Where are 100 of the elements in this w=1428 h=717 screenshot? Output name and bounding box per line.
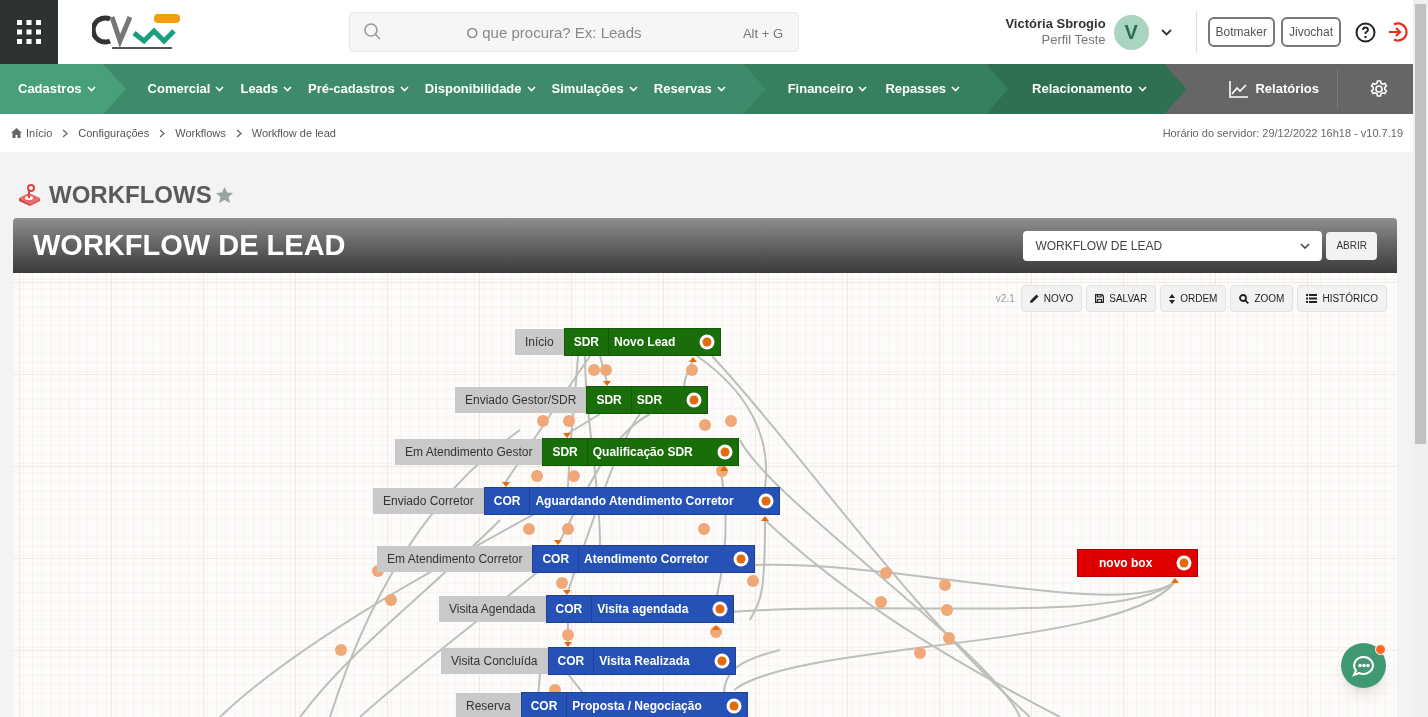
- connection-point-icon[interactable]: [757, 493, 774, 509]
- connector-handle[interactable]: [698, 523, 710, 535]
- menu-item[interactable]: Leads: [240, 79, 293, 99]
- workflow-node[interactable]: COR Proposta / Negociação: [520, 692, 748, 717]
- connector-handle[interactable]: [385, 594, 397, 606]
- status-label: Visita Agendada: [439, 596, 546, 622]
- connection-point-icon[interactable]: [686, 392, 703, 408]
- search-icon: [364, 23, 381, 40]
- connector-handle[interactable]: [686, 364, 698, 376]
- apps-menu-button[interactable]: [0, 0, 58, 64]
- chevron-down-icon: [215, 86, 225, 92]
- menu-item[interactable]: Pré-cadastros: [308, 79, 409, 99]
- status-label: Reserva: [456, 693, 521, 717]
- line-chart-icon: [1229, 80, 1249, 98]
- workflow-node[interactable]: SDR Novo Lead: [563, 328, 722, 356]
- menu-item[interactable]: Financeiro: [787, 79, 868, 99]
- toolbar-button[interactable]: NOVO: [1020, 285, 1083, 312]
- toolbar-button[interactable]: ORDEM: [1160, 285, 1227, 312]
- connector-handle[interactable]: [523, 523, 535, 535]
- settings-icon[interactable]: [1370, 80, 1388, 98]
- workflow-node[interactable]: COR Atendimento Corretor: [532, 545, 755, 573]
- toolbar-button[interactable]: HISTÓRICO: [1297, 285, 1387, 312]
- chevron-down-icon: [858, 86, 868, 92]
- user-name: Victória Sbrogio: [1005, 15, 1106, 32]
- connector-handle[interactable]: [747, 575, 759, 587]
- toolbar-button[interactable]: ZOOM: [1230, 285, 1294, 312]
- menu-item[interactable]: Simulações: [551, 79, 638, 99]
- menu-item[interactable]: Comercial: [147, 79, 225, 99]
- open-button[interactable]: ABRIR: [1326, 231, 1377, 260]
- connector-handle[interactable]: [568, 470, 580, 482]
- toolbar-button[interactable]: SALVAR: [1086, 285, 1157, 312]
- status-label: Enviado Gestor/SDR: [455, 387, 587, 413]
- connection-point-icon[interactable]: [716, 444, 733, 460]
- connector-handle[interactable]: [588, 364, 600, 376]
- chevron-down-icon: [283, 86, 293, 92]
- chevron-down-icon: [628, 86, 638, 92]
- search-icon: [1239, 293, 1250, 304]
- help-icon[interactable]: [1355, 21, 1376, 43]
- sort-icon: [1169, 293, 1176, 304]
- connection-point-icon[interactable]: [725, 698, 742, 714]
- breadcrumb-link[interactable]: Workflow de lead: [251, 124, 336, 142]
- chevron-right-icon: [235, 128, 242, 138]
- workflow-select[interactable]: WORKFLOW DE LEAD: [1023, 230, 1323, 261]
- chevron-down-icon: [951, 86, 961, 92]
- integration-button[interactable]: Jivochat: [1280, 17, 1341, 47]
- connector-handle[interactable]: [562, 523, 574, 535]
- breadcrumb-link[interactable]: Início: [26, 124, 53, 142]
- menu-item[interactable]: Reservas: [653, 79, 726, 99]
- favorite-star-icon[interactable]: [215, 187, 233, 203]
- connection-point-icon[interactable]: [732, 551, 749, 567]
- status-label: Enviado Corretor: [373, 488, 484, 514]
- workflow-node[interactable]: COR Visita agendada: [545, 595, 735, 623]
- connector-handle[interactable]: [531, 470, 543, 482]
- workflow-title: WORKFLOW DE LEAD: [33, 227, 346, 263]
- connection-point-icon[interactable]: [1176, 555, 1193, 571]
- connector-handle[interactable]: [562, 629, 574, 641]
- breadcrumb-link[interactable]: Workflows: [175, 124, 226, 142]
- connector-handle[interactable]: [943, 632, 955, 644]
- connector-handle[interactable]: [699, 419, 711, 431]
- joystick-icon: [18, 184, 41, 206]
- workflow-node[interactable]: SDR Qualificação SDR: [542, 438, 739, 466]
- page-title: WORKFLOWS: [49, 180, 212, 210]
- connector-handle[interactable]: [556, 577, 568, 589]
- connector-handle[interactable]: [725, 415, 737, 427]
- workflow-node[interactable]: novo box: [1077, 549, 1199, 577]
- connection-point-icon[interactable]: [713, 653, 730, 669]
- shortcut-hint: Alt + G: [742, 25, 783, 43]
- server-time: Horário do servidor: 29/12/2022 16h18 - v10.7.19: [1162, 125, 1403, 141]
- connector-handle[interactable]: [914, 647, 926, 659]
- chevron-down-icon: [1300, 242, 1311, 249]
- connector-handle[interactable]: [335, 644, 347, 656]
- connector-handle[interactable]: [939, 579, 951, 591]
- chevron-right-icon: [159, 128, 166, 138]
- menu-item[interactable]: Relacionamento: [1032, 79, 1147, 99]
- connector-handle[interactable]: [875, 596, 887, 608]
- connector-handle[interactable]: [537, 415, 549, 427]
- chevron-down-icon: [716, 86, 726, 92]
- workflow-node[interactable]: COR Visita Realizada: [547, 647, 736, 675]
- workflow-node[interactable]: COR Aguardando Atendimento Corretor: [483, 487, 780, 515]
- reports-link[interactable]: Relatórios: [1229, 79, 1319, 99]
- user-profile: Perfil Teste: [1041, 32, 1106, 49]
- connector-handle[interactable]: [941, 604, 953, 616]
- connector-handle[interactable]: [600, 364, 612, 376]
- status-label: Visita Concluída: [441, 648, 548, 674]
- connector-handle[interactable]: [880, 567, 892, 579]
- connection-point-icon[interactable]: [712, 601, 729, 617]
- connection-point-icon[interactable]: [699, 334, 716, 350]
- save-icon: [1095, 294, 1105, 303]
- breadcrumb-link[interactable]: Configurações: [78, 124, 150, 142]
- list-icon: [1306, 294, 1318, 303]
- connector-handle[interactable]: [563, 415, 575, 427]
- workflow-node[interactable]: SDR SDR: [586, 386, 709, 414]
- menu-item[interactable]: Disponibilidade: [424, 79, 536, 99]
- user-avatar[interactable]: V: [1113, 14, 1149, 50]
- integration-button[interactable]: Botmaker: [1207, 17, 1275, 47]
- version-label: v2.1: [995, 292, 1015, 306]
- chat-bubble-icon: [1351, 654, 1376, 677]
- menu-item[interactable]: Repasses: [885, 79, 961, 99]
- chevron-down-icon[interactable]: [1160, 28, 1172, 36]
- logout-icon[interactable]: [1386, 21, 1408, 43]
